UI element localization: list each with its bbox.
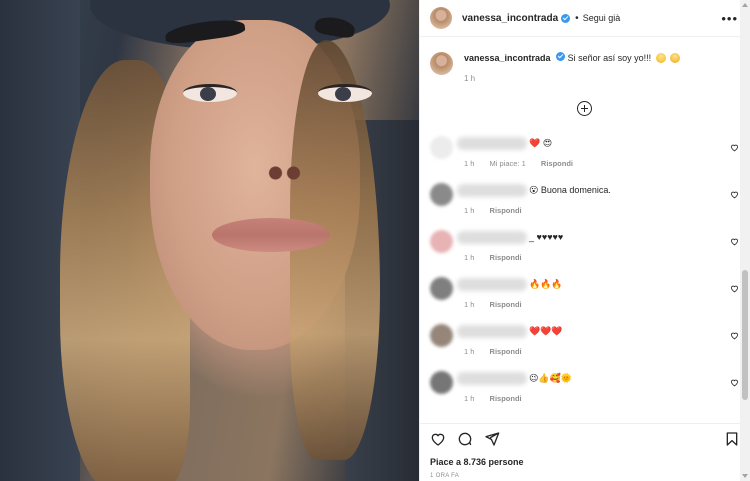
comment-avatar[interactable] — [430, 277, 453, 300]
likes-count[interactable]: Piace a 8.736 persone — [430, 457, 524, 467]
comment-item: 🔥🔥🔥 1 h Rispondi — [420, 271, 750, 318]
comment-time: 1 h — [464, 394, 475, 403]
comment-avatar[interactable] — [430, 183, 453, 206]
caption-body: vanessa_incontrada Si señor así soy yo!!… — [464, 52, 681, 83]
comment-item: ❤️ 😍 1 h Mi piace: 1 Rispondi — [420, 130, 750, 177]
post-caption: vanessa_incontrada Si señor así soy yo!!… — [420, 37, 750, 83]
photo-eye-left — [183, 84, 237, 102]
author-avatar[interactable] — [430, 7, 452, 29]
photo-nose — [262, 155, 307, 185]
comment-avatar[interactable] — [430, 136, 453, 159]
bookmark-icon[interactable] — [724, 431, 740, 447]
post-side-panel: vanessa_incontrada • Segui già ••• vanes… — [419, 0, 750, 481]
comment-avatar[interactable] — [430, 230, 453, 253]
caption-text-line: vanessa_incontrada Si señor así soy yo!!… — [464, 52, 681, 65]
photo-hair-right — [290, 40, 380, 460]
comment-heart-icon[interactable] — [730, 143, 739, 152]
scroll-down-arrow-icon[interactable] — [742, 474, 748, 478]
caption-verified-badge-icon — [556, 52, 566, 61]
comment-avatar[interactable] — [430, 371, 453, 394]
caption-time: 1 h — [464, 74, 476, 83]
comment-icon[interactable] — [457, 431, 473, 447]
comment-meta: 1 h Rispondi — [464, 347, 535, 356]
heart-icon[interactable] — [430, 431, 446, 447]
reply-button[interactable]: Rispondi — [490, 206, 522, 215]
comment-username-blurred[interactable] — [457, 137, 527, 150]
caption-avatar[interactable] — [430, 52, 453, 75]
comments-list: ❤️ 😍 1 h Mi piace: 1 Rispondi 😮 Buona do… — [420, 130, 750, 412]
scrollbar[interactable] — [740, 0, 750, 481]
comment-time: 1 h — [464, 253, 475, 262]
post-timestamp[interactable]: 1 ORA FA — [430, 473, 459, 479]
author-username[interactable]: vanessa_incontrada — [462, 13, 558, 24]
grinning-sweat-emoji-icon — [655, 53, 666, 63]
more-options-icon[interactable]: ••• — [721, 11, 738, 26]
comment-time: 1 h — [464, 347, 475, 356]
reply-button[interactable]: Rispondi — [541, 159, 573, 168]
comment-meta: 1 h Rispondi — [464, 394, 535, 403]
comment-text: ❤️❤️❤️ — [529, 326, 563, 336]
comment-item: 😮 Buona domenica. 1 h Rispondi — [420, 177, 750, 224]
scrollbar-thumb[interactable] — [742, 270, 748, 400]
smiling-face-emoji-icon — [670, 53, 681, 63]
post-photo[interactable] — [0, 0, 419, 481]
comment-avatar[interactable] — [430, 324, 453, 347]
comment-heart-icon[interactable] — [730, 237, 739, 246]
comment-item: 😉👍🥰🌞 1 h Rispondi — [420, 365, 750, 412]
comment-text: ❤️ 😍 — [529, 138, 553, 148]
comment-username-blurred[interactable] — [457, 372, 527, 385]
comment-heart-icon[interactable] — [730, 190, 739, 199]
comment-text: 😉👍🥰🌞 — [529, 373, 573, 383]
comment-text: _ ♥♥♥♥♥ — [529, 232, 564, 242]
comment-heart-icon[interactable] — [730, 331, 739, 340]
share-icon[interactable] — [484, 431, 500, 447]
comment-item: ❤️❤️❤️ 1 h Rispondi — [420, 318, 750, 365]
comment-meta: 1 h Mi piace: 1 Rispondi — [464, 159, 586, 168]
comment-heart-icon[interactable] — [730, 378, 739, 387]
photo-eye-right — [318, 84, 372, 102]
caption-username[interactable]: vanessa_incontrada — [464, 53, 551, 63]
reply-button[interactable]: Rispondi — [490, 300, 522, 309]
verified-badge-icon — [561, 13, 571, 23]
comment-username-blurred[interactable] — [457, 184, 527, 197]
post-header: vanessa_incontrada • Segui già ••• — [420, 0, 750, 37]
plus-circle-icon[interactable] — [577, 101, 592, 116]
comment-time: 1 h — [464, 159, 475, 168]
comment-meta: 1 h Rispondi — [464, 253, 535, 262]
comment-text: 😮 Buona domenica. — [529, 185, 611, 195]
following-button[interactable]: Segui già — [583, 13, 621, 23]
comment-text: 🔥🔥🔥 — [529, 279, 563, 289]
caption-text: Si señor así soy yo!!! — [567, 53, 652, 63]
comment-item: _ ♥♥♥♥♥ 1 h Rispondi — [420, 224, 750, 271]
comment-meta: 1 h Rispondi — [464, 300, 535, 309]
comment-username-blurred[interactable] — [457, 278, 527, 291]
reply-button[interactable]: Rispondi — [490, 394, 522, 403]
comment-meta: 1 h Rispondi — [464, 206, 535, 215]
reply-button[interactable]: Rispondi — [490, 347, 522, 356]
post-actions-bar — [420, 423, 750, 453]
comment-username-blurred[interactable] — [457, 325, 527, 338]
comment-heart-icon[interactable] — [730, 284, 739, 293]
header-separator: • — [575, 12, 579, 24]
scroll-up-arrow-icon[interactable] — [742, 3, 748, 7]
comment-time: 1 h — [464, 206, 475, 215]
comment-likes[interactable]: Mi piace: 1 — [490, 159, 526, 168]
comment-username-blurred[interactable] — [457, 231, 527, 244]
reply-button[interactable]: Rispondi — [490, 253, 522, 262]
photo-lips — [212, 218, 330, 252]
comment-time: 1 h — [464, 300, 475, 309]
